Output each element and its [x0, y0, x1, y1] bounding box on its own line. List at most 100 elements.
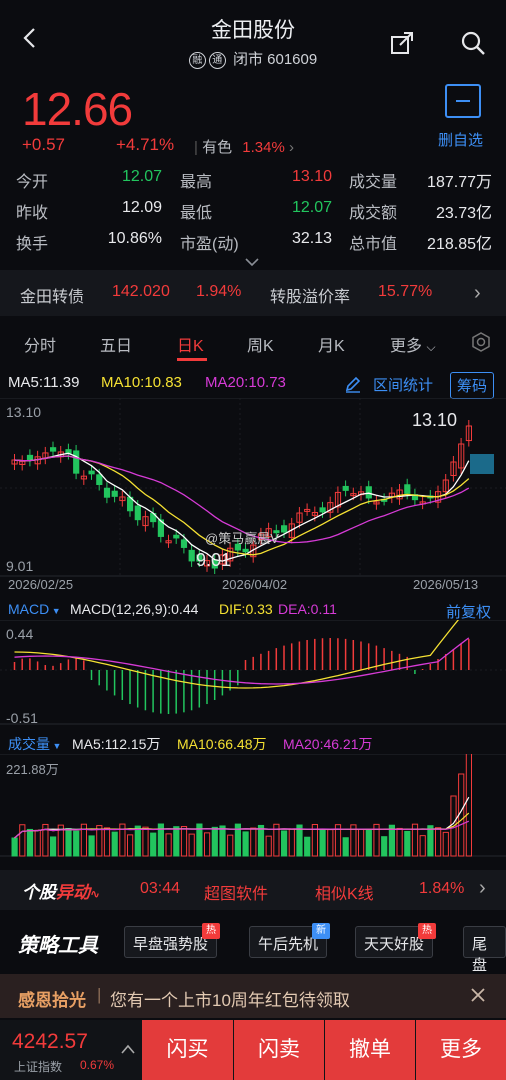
quote-l3-row0: 成交量	[349, 174, 398, 191]
pulse-icon: ∿	[90, 887, 101, 901]
candle-body	[50, 447, 57, 452]
tab-daily-k[interactable]: 日K	[177, 332, 204, 356]
candle-body	[365, 486, 372, 499]
tool-chip-label: 尾盘	[472, 936, 488, 974]
quote-v2-row1: 12.07	[291, 199, 332, 216]
kline-axis-high: 13.10	[6, 404, 42, 420]
volume-bar	[73, 830, 80, 857]
share-icon[interactable]	[389, 30, 415, 56]
alert-time: 03:44	[140, 880, 181, 897]
volume-bar	[127, 834, 134, 857]
macd-axis-top: 0.44	[6, 626, 34, 642]
close-icon[interactable]	[470, 987, 486, 1003]
volume-bar	[242, 831, 249, 857]
volume-bar	[88, 835, 95, 857]
tab-more-label: 更多	[390, 338, 423, 355]
settings-icon[interactable]	[470, 331, 492, 353]
volume-bar	[427, 825, 434, 857]
vol-ma10-line	[14, 812, 470, 839]
volume-axis-top: 221.88万	[6, 762, 59, 777]
flash-buy-button[interactable]: 闪买	[142, 1020, 233, 1080]
tool-chip-3[interactable]: 尾盘	[463, 926, 506, 974]
tab-monthly-k[interactable]: 月K	[318, 332, 345, 356]
price-marker	[470, 454, 494, 474]
sector[interactable]: | 有色 1.34% ›	[194, 136, 294, 157]
quote-l2-row0: 最高	[180, 174, 213, 191]
macd-label-text: MACD	[8, 601, 50, 617]
bond-price: 142.020	[112, 283, 170, 300]
quote-l1-row2: 换手	[16, 236, 49, 253]
tool-chip-0[interactable]: 早盘强势股热	[124, 923, 221, 958]
pencil-icon[interactable]	[344, 375, 362, 393]
ma20-value: MA20:10.73	[205, 374, 286, 391]
search-icon[interactable]	[460, 30, 486, 56]
more-trade-button[interactable]: 更多	[416, 1020, 506, 1080]
volume-bar	[211, 826, 218, 857]
macd-dea: DEA:0.11	[278, 601, 337, 617]
macd-chart	[0, 620, 506, 725]
range-stats-button[interactable]: 区间统计	[373, 374, 433, 395]
chevron-down-icon: ⌵	[426, 340, 436, 354]
bond-name: 金田转债	[20, 289, 85, 306]
bond-pct: 1.94%	[196, 283, 242, 300]
tool-chip-2[interactable]: 天天好股热	[355, 923, 437, 958]
volume-bar	[227, 834, 234, 857]
kline-low-mark: 9.01	[196, 550, 232, 570]
volume-bar	[165, 833, 172, 857]
alert-logo-a: 个股	[22, 883, 56, 902]
index-name: 上证指数	[14, 1060, 63, 1074]
tab-weekly-k[interactable]: 周K	[247, 332, 274, 356]
index-value[interactable]: 4242.57	[12, 1030, 88, 1054]
chevron-right-icon: ›	[479, 877, 486, 899]
quote-l1-row0: 今开	[16, 174, 49, 191]
macd-axis-bottom: -0.51	[6, 710, 38, 726]
alert-pct: 1.84%	[419, 880, 465, 897]
quote-l3-row1: 成交额	[349, 205, 398, 222]
flash-sell-button[interactable]: 闪卖	[234, 1020, 324, 1080]
expand-chevron-icon[interactable]	[244, 254, 260, 267]
macd-label[interactable]: MACD ▼	[8, 601, 61, 617]
tool-chip-tag: 新	[312, 923, 331, 939]
ma5-value: MA5:11.39	[8, 374, 80, 391]
volume-bar	[257, 824, 265, 857]
volume-bar	[204, 832, 211, 857]
tab-five-day[interactable]: 五日	[100, 332, 132, 356]
chevron-right-icon: ›	[474, 282, 481, 304]
volume-bar	[173, 826, 180, 857]
tab-more[interactable]: 更多 ⌵	[390, 332, 436, 356]
caret-down-icon: ▼	[50, 741, 62, 751]
chips-button[interactable]: 筹码	[450, 372, 495, 399]
volume-bar	[358, 828, 365, 857]
volume-bar	[103, 827, 111, 857]
dif-line	[14, 620, 460, 689]
quote-v3-row2: 218.85亿	[427, 236, 492, 253]
volume-label[interactable]: 成交量 ▼	[8, 734, 61, 754]
tab-intraday[interactable]: 分时	[24, 332, 56, 356]
volume-ma5: MA5:112.15万	[72, 736, 161, 752]
volume-bar	[435, 827, 442, 857]
kline-date-end: 2026/05/13	[413, 577, 479, 592]
volume-bar	[288, 828, 295, 857]
candle-body	[319, 507, 326, 513]
candle-body	[134, 505, 141, 521]
candle-body	[173, 534, 180, 539]
adjust-button[interactable]: 前复权	[446, 601, 491, 622]
volume-bar	[65, 828, 72, 857]
volume-bar	[327, 829, 334, 857]
volume-bar	[188, 833, 195, 857]
volume-bar	[250, 827, 257, 857]
remove-favorite-button[interactable]	[445, 84, 481, 118]
chevron-up-icon[interactable]	[120, 1042, 136, 1054]
quote-l1-row1: 昨收	[16, 205, 49, 222]
stock-subtitle: 融通 闭市 601609	[0, 48, 506, 69]
volume-bar	[180, 826, 188, 857]
alert-logo: 个股异动∿	[22, 878, 100, 903]
notice-title: 感恩拾光	[18, 991, 86, 1010]
sector-label: 有色	[202, 139, 233, 156]
candle-body	[188, 549, 195, 562]
cancel-order-button[interactable]: 撤单	[325, 1020, 415, 1080]
candle-body	[73, 450, 80, 474]
tool-chip-1[interactable]: 午后先机新	[249, 923, 331, 958]
candle-body	[342, 485, 349, 491]
remove-favorite-label[interactable]: 删自选	[438, 129, 483, 150]
